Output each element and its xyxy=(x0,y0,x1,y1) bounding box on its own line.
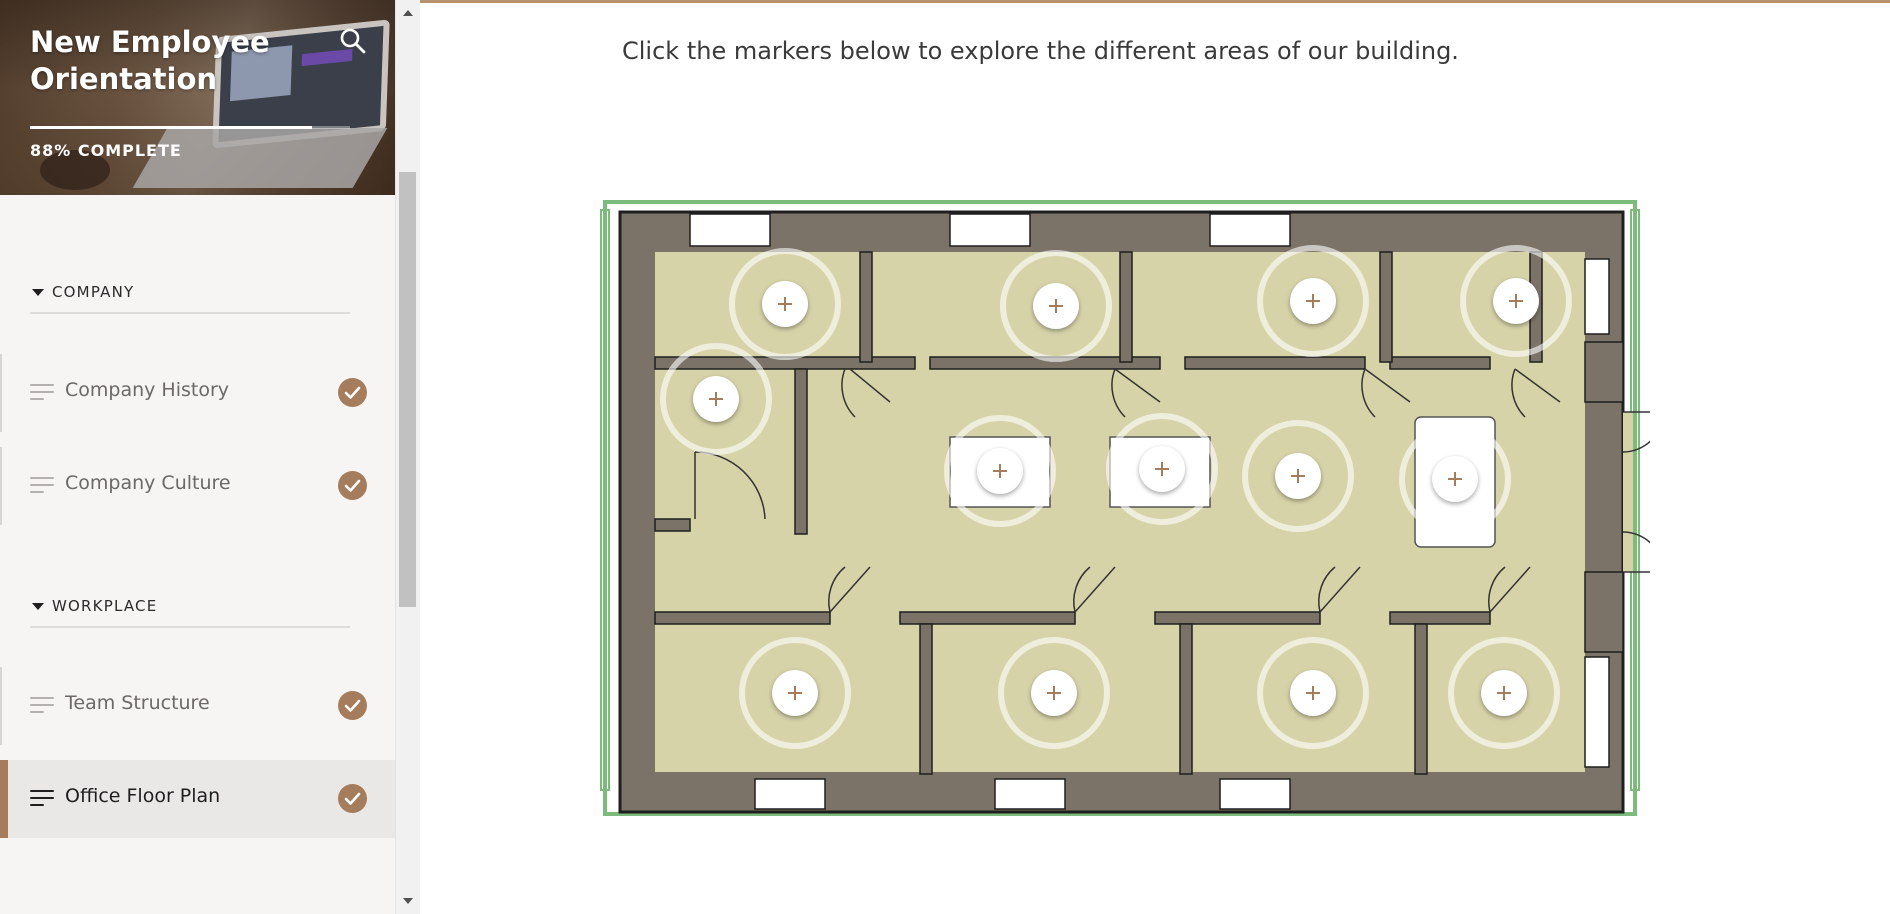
plus-icon xyxy=(1275,453,1321,499)
section-header-workplace[interactable]: WORKPLACE xyxy=(30,594,350,628)
scrollbar-thumb[interactable] xyxy=(399,172,416,607)
lesson-indicator xyxy=(0,760,8,838)
course-title: New Employee Orientation xyxy=(30,24,270,98)
lesson-team-structure[interactable]: Team Structure xyxy=(0,667,395,745)
plus-icon xyxy=(693,376,739,422)
lesson-title: Company Culture xyxy=(65,472,231,494)
scroll-up-arrow-icon[interactable] xyxy=(403,10,413,16)
check-icon xyxy=(338,471,367,500)
plus-icon xyxy=(762,281,808,327)
caret-down-icon xyxy=(32,603,44,610)
progress-bar xyxy=(30,126,350,129)
section-label: WORKPLACE xyxy=(52,597,158,615)
floor-plan-marker-13[interactable] xyxy=(1448,637,1560,749)
course-title-line2: Orientation xyxy=(30,62,218,96)
floor-plan-marker-1[interactable] xyxy=(729,248,841,360)
floor-plan-marker-7[interactable] xyxy=(1106,413,1218,525)
course-sidebar: New Employee Orientation 88% COMPLETE CO… xyxy=(0,0,395,914)
lesson-company-culture[interactable]: Company Culture xyxy=(0,447,395,525)
plus-icon xyxy=(1139,446,1185,492)
plus-icon xyxy=(977,448,1023,494)
floor-plan-marker-3[interactable] xyxy=(1257,245,1369,357)
lesson-lines-icon xyxy=(30,697,54,715)
top-rule xyxy=(420,0,1890,3)
search-button[interactable] xyxy=(338,26,368,56)
floor-plan-marker-11[interactable] xyxy=(998,637,1110,749)
lesson-company-history[interactable]: Company History xyxy=(0,354,395,432)
section-header-company[interactable]: COMPANY xyxy=(30,280,350,314)
lesson-indicator xyxy=(0,354,2,432)
sidebar-scrollbar[interactable] xyxy=(395,0,420,914)
lesson-title: Team Structure xyxy=(65,692,210,714)
floor-plan-marker-2[interactable] xyxy=(1000,250,1112,362)
section-label: COMPANY xyxy=(52,283,135,301)
progress-bar-fill xyxy=(30,126,312,129)
plus-icon xyxy=(1290,278,1336,324)
course-title-line1: New Employee xyxy=(30,25,270,59)
floor-plan-marker-8[interactable] xyxy=(1242,420,1354,532)
lesson-office-floor-plan[interactable]: Office Floor Plan xyxy=(0,760,395,838)
floor-plan-marker-9[interactable] xyxy=(1399,423,1511,535)
check-icon xyxy=(338,691,367,720)
plus-icon xyxy=(1031,670,1077,716)
lesson-indicator xyxy=(0,447,2,525)
plus-icon xyxy=(1493,278,1539,324)
instructions-text: Click the markers below to explore the d… xyxy=(622,37,1459,65)
floor-plan-marker-4[interactable] xyxy=(1460,245,1572,357)
lesson-indicator xyxy=(0,667,2,745)
progress-label: 88% COMPLETE xyxy=(30,141,182,160)
check-icon xyxy=(338,784,367,813)
plus-icon xyxy=(1432,456,1478,502)
floor-plan-marker-10[interactable] xyxy=(739,637,851,749)
lesson-lines-icon xyxy=(30,477,54,495)
check-icon xyxy=(338,378,367,407)
plus-icon xyxy=(1481,670,1527,716)
floor-plan xyxy=(600,187,1664,835)
plus-icon xyxy=(1290,670,1336,716)
floor-plan-marker-5[interactable] xyxy=(660,343,772,455)
lesson-content: Click the markers below to explore the d… xyxy=(420,0,1890,914)
plus-icon xyxy=(772,670,818,716)
lesson-lines-icon xyxy=(30,384,54,402)
caret-down-icon xyxy=(32,289,44,296)
lesson-title: Office Floor Plan xyxy=(65,785,221,807)
course-header: New Employee Orientation 88% COMPLETE xyxy=(0,0,395,195)
scroll-down-arrow-icon[interactable] xyxy=(403,898,413,904)
plus-icon xyxy=(1033,283,1079,329)
floor-plan-marker-6[interactable] xyxy=(944,415,1056,527)
lesson-lines-icon xyxy=(30,790,54,808)
search-icon xyxy=(340,28,366,54)
lesson-title: Company History xyxy=(65,379,230,401)
floor-plan-marker-12[interactable] xyxy=(1257,637,1369,749)
